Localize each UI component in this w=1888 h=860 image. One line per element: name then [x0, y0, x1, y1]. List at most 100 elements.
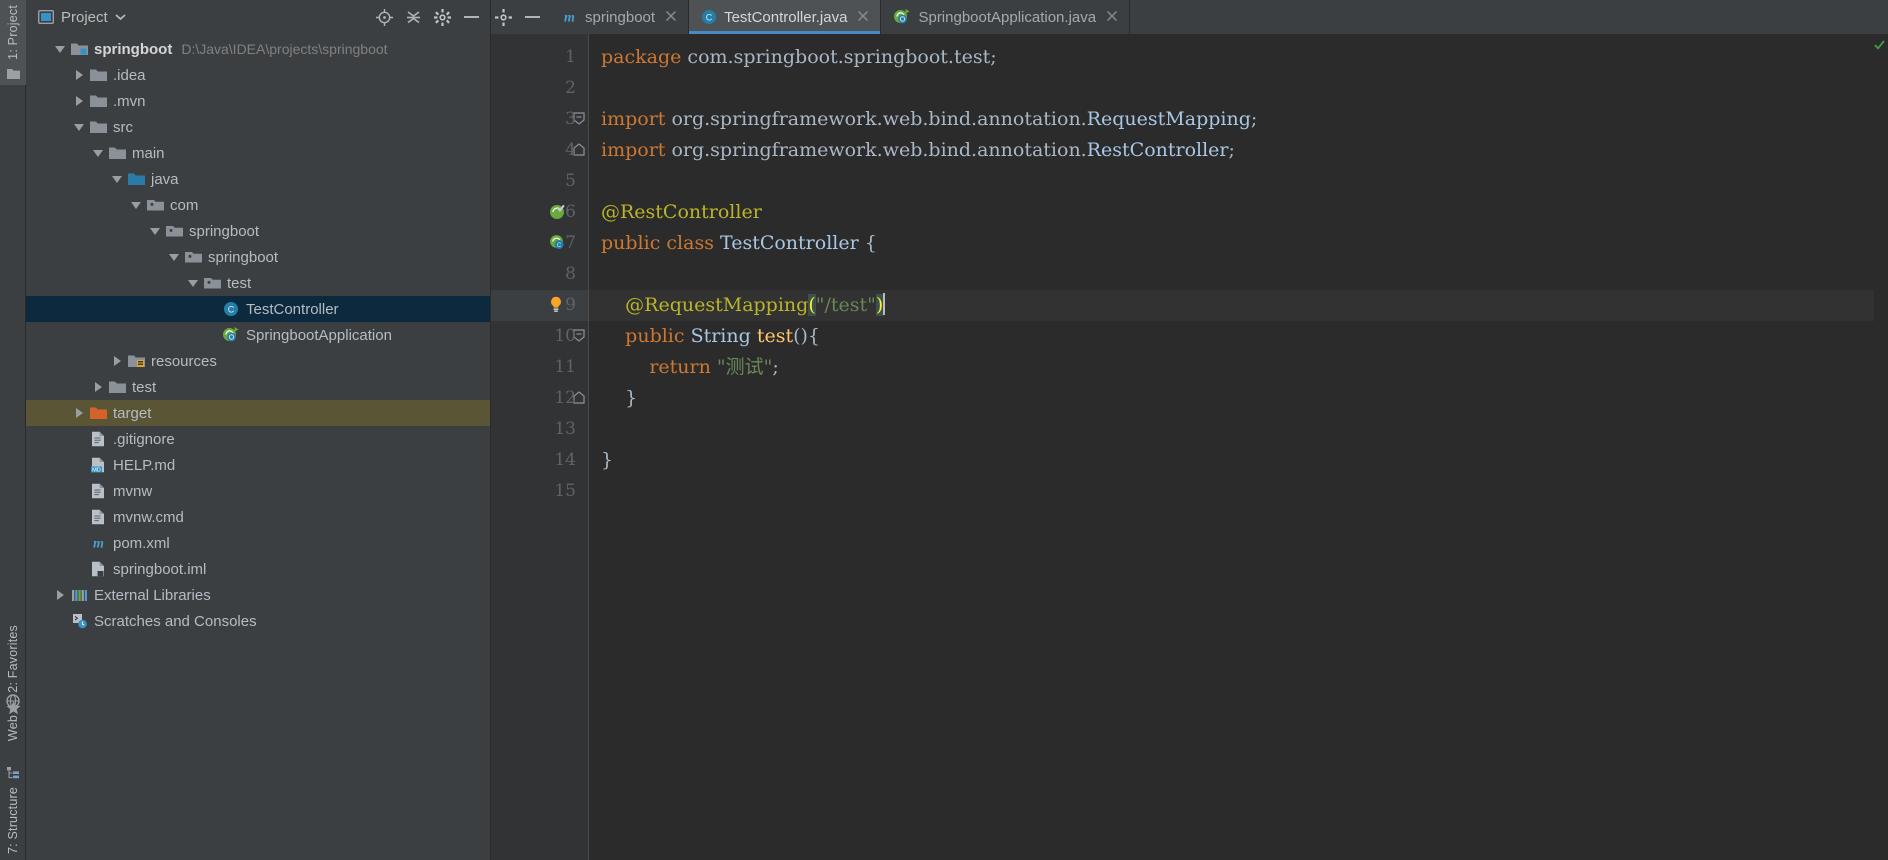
chevron-down-icon[interactable]	[109, 166, 125, 192]
chevron-right-icon[interactable]	[90, 374, 106, 400]
tree-icon-slot	[87, 431, 109, 447]
code-line[interactable]	[601, 414, 1874, 445]
tree-row-help-md[interactable]: MD HELP.md	[26, 452, 490, 478]
code-line[interactable]: @RestController	[601, 197, 1874, 228]
code-line[interactable]	[601, 166, 1874, 197]
code-token: import	[601, 139, 666, 161]
chevron-down-icon[interactable]	[115, 13, 126, 21]
project-tool-window: Project springboot D:\Java\IDEA\projects\…	[26, 0, 491, 860]
tool-tab-structure[interactable]: 7: Structure	[0, 760, 26, 859]
project-tree[interactable]: springboot D:\Java\IDEA\projects\springbo…	[26, 34, 490, 860]
chevron-right-icon[interactable]	[52, 582, 68, 608]
folder-icon	[89, 120, 107, 134]
code-line[interactable]	[601, 476, 1874, 507]
code-token: @RequestMapping	[601, 294, 809, 316]
editor-tab-springboot[interactable]: m springboot	[549, 0, 690, 34]
tool-tab-favorites-label: 2: Favorites	[6, 625, 20, 693]
code-token: {	[858, 232, 877, 254]
editor-area: m springboot C TestController.java Springboo…	[491, 0, 1888, 860]
chevron-right-icon[interactable]	[71, 62, 87, 88]
code-line[interactable]: import org.springframework.web.bind.anno…	[601, 135, 1874, 166]
locate-icon[interactable]	[373, 6, 395, 28]
code-token: org.springframework.web.bind.annotation.	[665, 139, 1087, 161]
tree-row-test[interactable]: test	[26, 270, 490, 296]
tree-row-mvnw-cmd[interactable]: mvnw.cmd	[26, 504, 490, 530]
tree-row-pom-xml[interactable]: m pom.xml	[26, 530, 490, 556]
tree-row-java[interactable]: java	[26, 166, 490, 192]
tree-row-mvnw[interactable]: mvnw	[26, 478, 490, 504]
collapse-all-icon[interactable]	[402, 6, 424, 28]
source-folder-icon	[127, 172, 145, 186]
code-text[interactable]: package com.springboot.springboot.test; …	[589, 34, 1874, 860]
tree-row-test[interactable]: test	[26, 374, 490, 400]
gear-icon[interactable]	[431, 6, 453, 28]
tree-row-target[interactable]: target	[26, 400, 490, 426]
code-line[interactable]: }	[601, 383, 1874, 414]
chevron-down-icon[interactable]	[185, 270, 201, 296]
tree-row--gitignore[interactable]: .gitignore	[26, 426, 490, 452]
close-icon	[857, 10, 869, 22]
tree-icon-slot	[182, 250, 204, 264]
chevron-down-icon[interactable]	[52, 36, 68, 62]
tree-row-testcontroller[interactable]: C TestController	[26, 296, 490, 322]
chevron-down-icon[interactable]	[166, 244, 182, 270]
code-line[interactable]: @RequestMapping("/test")	[601, 290, 1874, 321]
tree-icon-slot	[87, 509, 109, 525]
code-viewport[interactable]: C 1 2 3 4 5 6 7 8 9 10 11 12 13 14 15 package com.sprin…	[491, 34, 1888, 860]
code-line[interactable]: package com.springboot.springboot.test;	[601, 42, 1874, 73]
gear-icon[interactable]	[495, 8, 512, 26]
chevron-right-icon[interactable]	[109, 348, 125, 374]
code-line[interactable]: }	[601, 445, 1874, 476]
tree-row-springboot[interactable]: springboot	[26, 244, 490, 270]
project-panel-title: Project	[61, 8, 108, 26]
chevron-down-icon[interactable]	[128, 192, 144, 218]
structure-icon	[6, 760, 20, 782]
tree-row-com[interactable]: com	[26, 192, 490, 218]
tree-row-springboot-iml[interactable]: springboot.iml	[26, 556, 490, 582]
chevron-down-icon[interactable]	[90, 140, 106, 166]
chevron-right-icon[interactable]	[71, 88, 87, 114]
tree-icon-slot	[87, 483, 109, 499]
chevron-right-icon[interactable]	[71, 400, 87, 426]
code-line[interactable]: return "测试";	[601, 352, 1874, 383]
tree-row--idea[interactable]: .idea	[26, 62, 490, 88]
editor-tab-label: SpringbootApplication.java	[918, 8, 1097, 26]
tree-row--mvn[interactable]: .mvn	[26, 88, 490, 114]
close-icon[interactable]	[1106, 9, 1118, 26]
maven-icon: m	[90, 535, 107, 552]
line-number: 1	[565, 47, 576, 67]
editor-tab-springbootapplication-java[interactable]: SpringbootApplication.java	[881, 0, 1131, 34]
editor-tab-testcontroller-java[interactable]: C TestController.java	[689, 0, 882, 34]
spring-boot-run-icon	[893, 9, 911, 25]
error-stripe-scrollbar[interactable]	[1874, 34, 1888, 860]
code-token: package	[601, 46, 682, 68]
minimize-icon[interactable]	[524, 15, 541, 19]
editor-tab-label: springboot	[585, 8, 656, 26]
chevron-down-icon[interactable]	[71, 114, 87, 140]
code-line[interactable]	[601, 73, 1874, 104]
tree-row-main[interactable]: main	[26, 140, 490, 166]
tree-row-springboot[interactable]: springboot	[26, 218, 490, 244]
code-line[interactable]: public String test(){	[601, 321, 1874, 352]
code-line[interactable]	[601, 259, 1874, 290]
tree-row-springbootapplication[interactable]: SpringbootApplication	[26, 322, 490, 348]
tree-item-label: test	[132, 378, 157, 396]
editor-gutter[interactable]: C 1 2 3 4 5 6 7 8 9 10 11 12 13 14 15	[491, 34, 589, 860]
close-icon[interactable]	[665, 9, 677, 26]
tool-tab-project[interactable]: 1: Project	[0, 0, 26, 85]
minimize-icon[interactable]	[460, 6, 482, 28]
tree-row-scratches-and-consoles[interactable]: Scratches and Consoles	[26, 608, 490, 634]
project-view-icon	[38, 10, 54, 24]
code-line[interactable]: public class TestController {	[601, 228, 1874, 259]
tree-row-src[interactable]: src	[26, 114, 490, 140]
chevron-down-icon[interactable]	[147, 218, 163, 244]
tree-row-resources[interactable]: resources	[26, 348, 490, 374]
code-line[interactable]: import org.springframework.web.bind.anno…	[601, 104, 1874, 135]
tree-row-springboot[interactable]: springboot D:\Java\IDEA\projects\springbo…	[26, 36, 490, 62]
tool-tab-web[interactable]: Web	[0, 688, 26, 746]
tree-row-external-libraries[interactable]: External Libraries	[26, 582, 490, 608]
tree-icon-slot: C	[220, 301, 242, 317]
close-icon[interactable]	[857, 9, 869, 26]
